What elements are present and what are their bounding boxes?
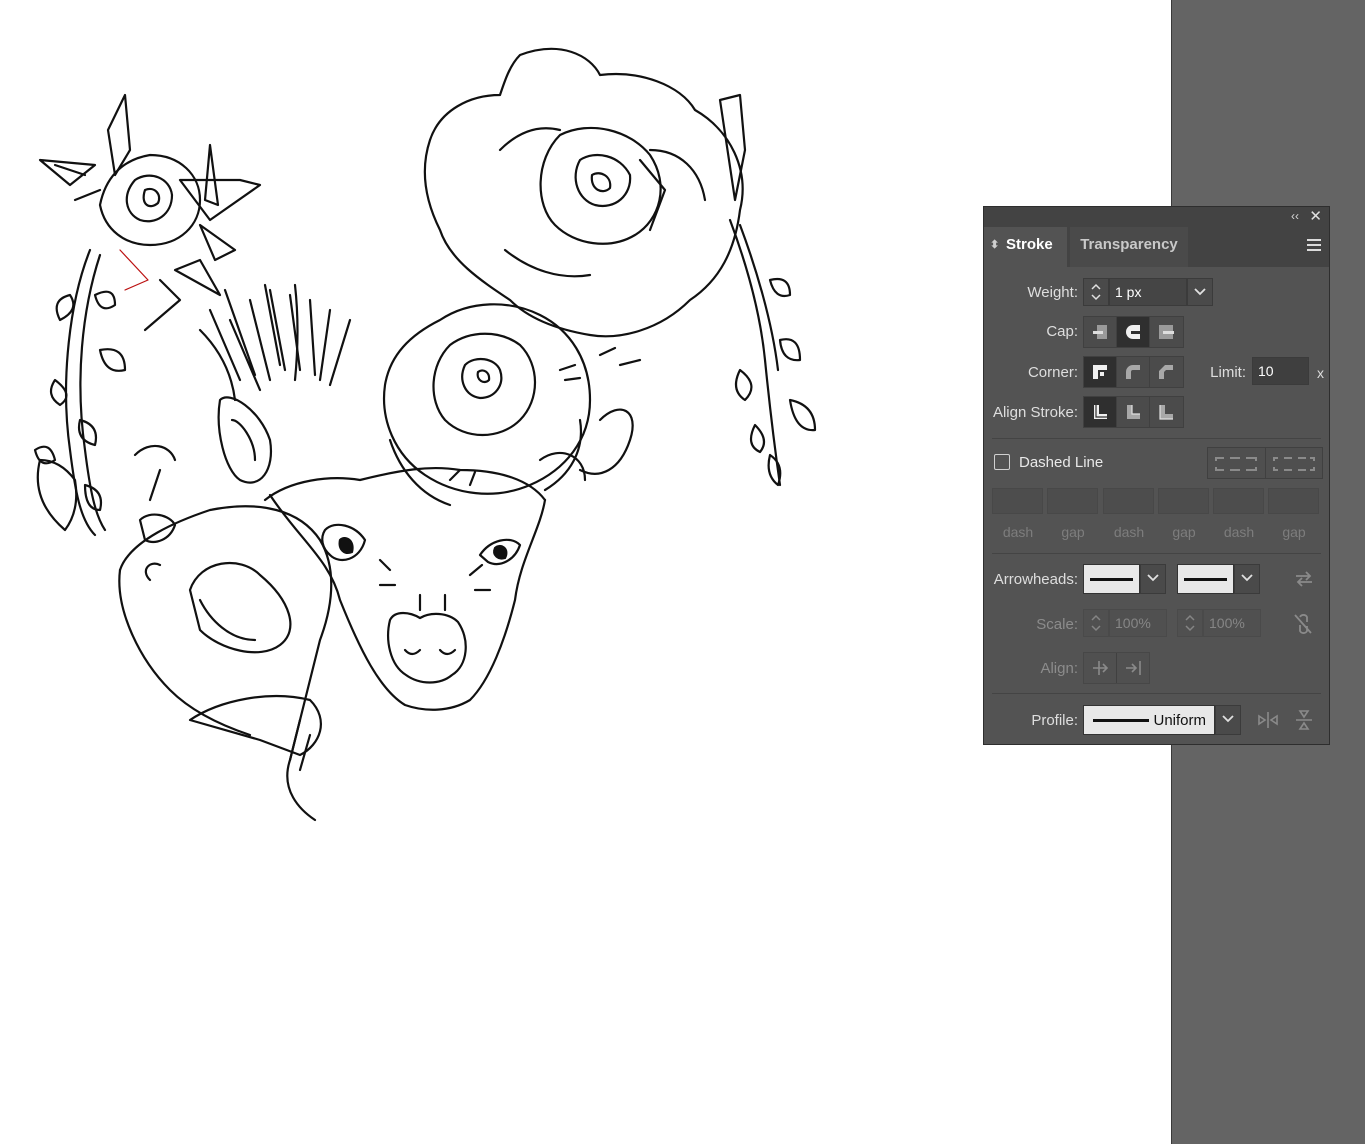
tab-updown-icon: ⬍ xyxy=(990,239,1000,251)
profile-label: Profile: xyxy=(1031,712,1078,729)
dash-2-input[interactable] xyxy=(1103,488,1154,514)
end-scale-input[interactable]: 100% xyxy=(1203,609,1261,637)
end-scale-stepper[interactable] xyxy=(1177,609,1203,637)
dash-1-input[interactable] xyxy=(992,488,1043,514)
width-profile-select[interactable]: Uniform xyxy=(1083,705,1215,735)
start-scale-stepper[interactable] xyxy=(1083,609,1109,637)
limit-input[interactable]: 10 xyxy=(1252,357,1309,385)
weight-stepper[interactable] xyxy=(1083,278,1109,306)
gap-1-input[interactable] xyxy=(1047,488,1098,514)
bevel-join-button[interactable] xyxy=(1150,357,1183,387)
stroke-panel: ‹‹ ✕ ⬍ Stroke Transparency Weight: 1 px … xyxy=(983,206,1330,745)
projecting-cap-button[interactable] xyxy=(1150,317,1183,347)
align-stroke-label: Align Stroke: xyxy=(992,404,1078,421)
round-cap-icon xyxy=(1126,325,1141,339)
projecting-cap-icon xyxy=(1159,325,1174,339)
tab-transparency[interactable]: Transparency xyxy=(1070,227,1188,267)
dash-alignment-group xyxy=(1207,447,1323,479)
panel-title-bar[interactable]: ‹‹ ✕ xyxy=(984,207,1329,227)
align-center-icon xyxy=(1094,405,1107,419)
cap-button-group xyxy=(1083,316,1184,348)
round-cap-button[interactable] xyxy=(1117,317,1150,347)
flip-across-icon[interactable] xyxy=(1294,709,1314,731)
limit-label: Limit: xyxy=(1210,364,1246,381)
cap-label: Cap: xyxy=(1046,323,1078,340)
separator xyxy=(992,438,1321,439)
limit-unit: x xyxy=(1317,365,1324,381)
align-outside-button[interactable] xyxy=(1150,397,1183,427)
align-stroke-button-group xyxy=(1083,396,1184,428)
swap-arrowheads-icon[interactable] xyxy=(1294,569,1314,589)
round-join-button[interactable] xyxy=(1117,357,1150,387)
profile-dropdown[interactable] xyxy=(1215,705,1241,735)
collapse-panel-icon[interactable]: ‹‹ xyxy=(1291,209,1299,223)
align-outside-icon xyxy=(1159,405,1173,420)
start-scale-input[interactable]: 100% xyxy=(1109,609,1167,637)
start-arrowhead-dropdown[interactable] xyxy=(1140,564,1166,594)
arrow-align-group xyxy=(1083,652,1150,684)
separator xyxy=(992,553,1321,554)
flip-along-icon[interactable] xyxy=(1257,710,1279,730)
align-inside-button[interactable] xyxy=(1117,397,1150,427)
miter-join-button[interactable] xyxy=(1084,357,1117,387)
panel-menu-icon[interactable] xyxy=(1307,239,1321,254)
place-arrow-button[interactable] xyxy=(1117,653,1150,683)
miter-join-icon xyxy=(1093,365,1107,379)
dashed-line-checkbox[interactable] xyxy=(994,454,1010,470)
dash-1-label: dash xyxy=(1002,524,1034,540)
tab-stroke[interactable]: ⬍ Stroke xyxy=(984,227,1067,267)
preserve-dash-icon xyxy=(1215,457,1257,471)
weight-dropdown-button[interactable] xyxy=(1187,278,1213,306)
link-scale-icon[interactable] xyxy=(1292,612,1314,636)
gap-2-input[interactable] xyxy=(1158,488,1209,514)
dash-2-label: dash xyxy=(1113,524,1145,540)
end-arrowhead-dropdown[interactable] xyxy=(1234,564,1260,594)
corner-label: Corner: xyxy=(1027,364,1078,381)
close-icon[interactable]: ✕ xyxy=(1309,207,1322,225)
round-join-icon xyxy=(1126,365,1140,379)
dash-3-label: dash xyxy=(1223,524,1255,540)
bevel-join-icon xyxy=(1159,365,1173,379)
align-dash-icon xyxy=(1273,457,1315,471)
place-arrow-tip-icon xyxy=(1126,661,1141,675)
dash-3-input[interactable] xyxy=(1213,488,1264,514)
align-dash-button[interactable] xyxy=(1266,448,1322,478)
corner-button-group xyxy=(1083,356,1184,388)
align-center-button[interactable] xyxy=(1084,397,1117,427)
align-inside-icon xyxy=(1127,405,1140,419)
separator xyxy=(992,693,1321,694)
dashed-line-label: Dashed Line xyxy=(1019,454,1104,471)
gap-2-label: gap xyxy=(1172,524,1196,540)
scale-label: Scale: xyxy=(1036,616,1078,633)
profile-value: Uniform xyxy=(1153,712,1206,729)
align-arrowheads-label: Align: xyxy=(1040,660,1078,677)
weight-input[interactable]: 1 px xyxy=(1109,278,1187,306)
butt-cap-button[interactable] xyxy=(1084,317,1117,347)
gap-3-label: gap xyxy=(1282,524,1306,540)
butt-cap-icon xyxy=(1093,325,1107,339)
end-arrowhead-select[interactable] xyxy=(1177,564,1234,594)
preserve-dash-button[interactable] xyxy=(1208,448,1266,478)
extend-arrow-tip-icon xyxy=(1093,661,1109,675)
weight-label: Weight: xyxy=(1027,284,1078,301)
gap-1-label: gap xyxy=(1061,524,1085,540)
panel-tab-bar: ⬍ Stroke Transparency xyxy=(984,227,1329,267)
gap-3-input[interactable] xyxy=(1268,488,1319,514)
arrowheads-label: Arrowheads: xyxy=(993,571,1078,588)
extend-arrow-button[interactable] xyxy=(1084,653,1117,683)
start-arrowhead-select[interactable] xyxy=(1083,564,1140,594)
